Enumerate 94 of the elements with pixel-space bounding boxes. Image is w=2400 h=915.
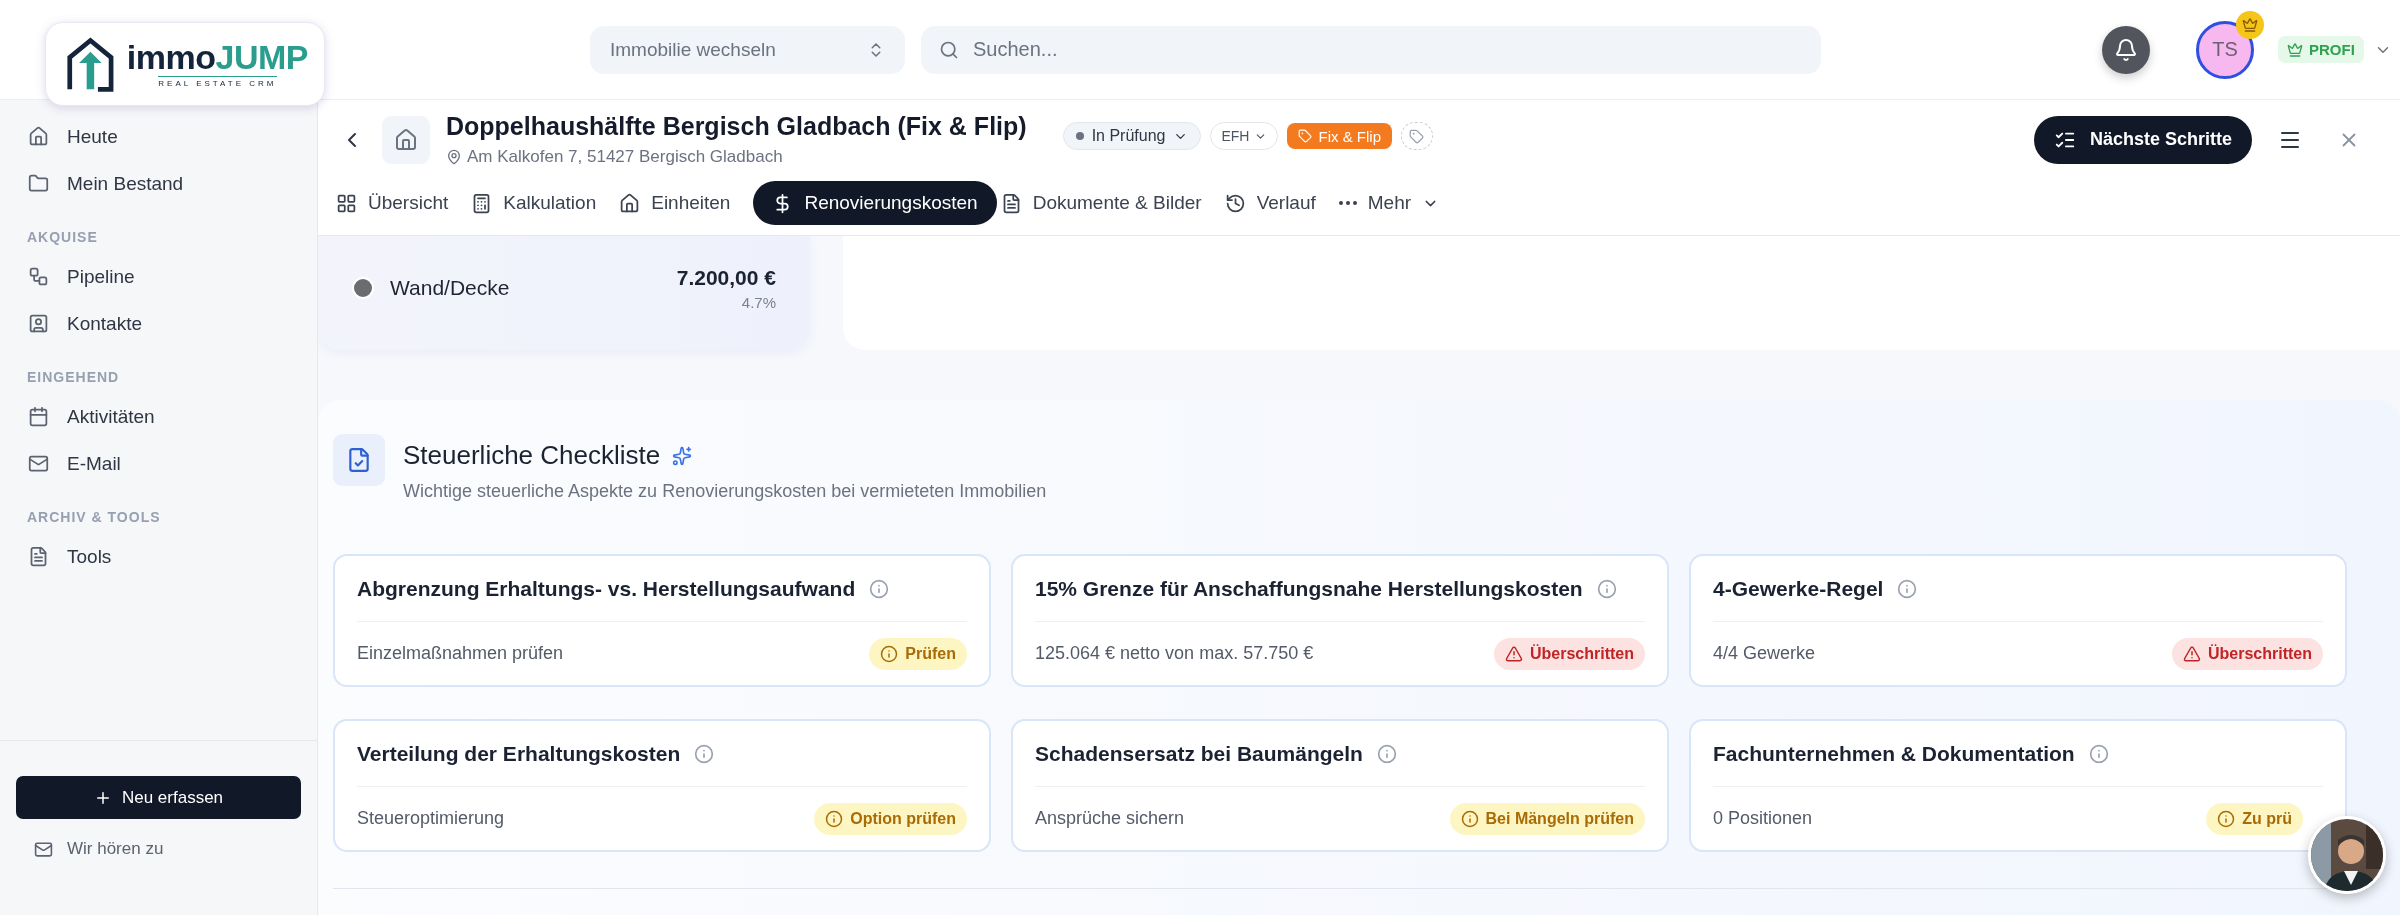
mail-icon	[34, 839, 53, 859]
property-title: Doppelhaushälfte Bergisch Gladbach (Fix & Flip)	[446, 112, 1027, 141]
sidebar-item[interactable]: Kontakte	[0, 300, 317, 347]
sidebar-item[interactable]: Pipeline	[0, 253, 317, 300]
sidebar-item[interactable]: E-Mail	[0, 440, 317, 487]
house-icon	[619, 192, 641, 214]
sidebar-heading: AKQUISE	[26, 228, 99, 247]
tab[interactable]: Übersicht	[336, 181, 468, 225]
card-detail: Ansprüche sichern	[1035, 808, 1185, 829]
info-icon	[2217, 809, 2236, 828]
next-steps-button[interactable]: Nächste Schritte	[2033, 115, 2252, 164]
status-badge: Zu prü	[2206, 802, 2303, 835]
search-input[interactable]: Suchen...	[971, 37, 1803, 62]
tab[interactable]: Verlauf	[1224, 181, 1335, 225]
card-title: Schadensersatz bei Baumängeln	[1035, 741, 1363, 766]
logo-wordmark: JUMP	[215, 40, 308, 74]
card-detail: 125.064 € netto von max. 57.750 €	[1035, 643, 1314, 664]
section-title: Steuerliche Checkliste	[403, 440, 661, 471]
tag-icon	[1298, 129, 1313, 143]
card-title: Verteilung der Erhaltungskosten	[357, 741, 681, 766]
sidebar-item[interactable]: Heute	[0, 113, 317, 160]
category-label: Wand/Decke	[390, 276, 510, 300]
house-icon	[28, 126, 49, 147]
grid-icon	[336, 192, 357, 214]
warning-icon	[2182, 644, 2201, 663]
crown-icon	[2287, 41, 2303, 58]
type-dropdown[interactable]: EFH	[1210, 122, 1279, 150]
property-address: Am Kalkofen 7, 51427 Bergisch Gladbach	[446, 147, 1027, 167]
calendar-icon	[28, 406, 49, 427]
tag-chip: Fix & Flip	[1287, 123, 1392, 149]
tag-icon	[1409, 128, 1425, 144]
warning-icon	[1504, 644, 1523, 663]
property-icon	[382, 115, 430, 164]
document-icon	[28, 546, 49, 567]
mail-icon	[28, 453, 49, 474]
bell-icon	[2114, 37, 2138, 62]
card-title: Fachunternehmen & Dokumentation	[1713, 741, 2075, 766]
logo-wordmark: immo	[126, 40, 216, 74]
status-badge: Überschritten	[1493, 637, 1645, 670]
info-icon	[1460, 809, 1479, 828]
info-icon	[880, 644, 899, 663]
folder-icon	[28, 173, 49, 194]
sidebar-item[interactable]: Aktivitäten	[0, 393, 317, 440]
info-icon[interactable]	[1897, 578, 1918, 599]
sidebar-heading: EINGEHEND	[26, 368, 121, 387]
cost-amount: 7.200,00 €	[676, 265, 776, 290]
tab[interactable]: Einheiten	[619, 181, 750, 225]
new-entry-button[interactable]: Neu erfassen	[16, 776, 301, 819]
tab[interactable]: Dokumente & Bilder	[1000, 181, 1221, 225]
card-title: 4-Gewerke-Regel	[1713, 576, 1884, 601]
info-icon[interactable]	[1596, 578, 1617, 599]
user-avatar[interactable]: TS	[2196, 20, 2254, 79]
tab[interactable]: Mehr	[1338, 181, 1459, 225]
card-detail: 4/4 Gewerke	[1713, 643, 1816, 664]
info-icon	[825, 809, 844, 828]
sidebar-item[interactable]: Mein Bestand	[0, 160, 317, 207]
cost-share: 4.7%	[741, 293, 776, 311]
card-title: 15% Grenze für Anschaffungsnahe Herstellungskosten	[1035, 576, 1583, 601]
section-subtitle: Wichtige steuerliche Aspekte zu Renovierungskosten bei vermieteten Immobilien	[403, 481, 1047, 502]
status-badge: Option prüfen	[814, 802, 967, 835]
card-detail: Steueroptimierung	[357, 808, 505, 829]
search-icon	[939, 39, 959, 60]
card-detail: Einzelmaßnahmen prüfen	[357, 643, 564, 664]
notifications-button[interactable]	[2102, 25, 2150, 74]
map-pin-icon	[446, 149, 462, 165]
tab[interactable]: Renovierungskosten	[753, 181, 997, 225]
logo-tagline: REAL ESTATE CRM	[158, 76, 277, 88]
history-icon	[1224, 192, 1246, 214]
status-dot	[1075, 132, 1084, 140]
house-arrow-icon	[66, 35, 115, 93]
crown-icon	[2236, 10, 2264, 39]
sidebar-heading: ARCHIV & TOOLS	[26, 508, 162, 527]
status-dropdown[interactable]: In Prüfung	[1062, 122, 1202, 150]
info-icon[interactable]	[1376, 743, 1397, 764]
search-field[interactable]: Suchen...	[921, 25, 1821, 74]
status-badge: Bei Mängeln prüfen	[1449, 802, 1645, 835]
info-icon[interactable]	[869, 578, 890, 599]
card-detail: 0 Positionen	[1713, 808, 1813, 829]
document-check-icon	[333, 434, 385, 486]
info-icon[interactable]	[694, 743, 715, 764]
card-title: Abgrenzung Erhaltungs- vs. Herstellungsaufwand	[357, 576, 856, 601]
status-badge: Überschritten	[2171, 637, 2323, 670]
tab[interactable]: Kalkulation	[471, 181, 616, 225]
info-icon[interactable]	[2088, 743, 2109, 764]
sparkle-icon	[672, 445, 693, 466]
more-icon	[1338, 201, 1357, 205]
workflow-icon	[28, 266, 49, 287]
plan-badge: PROFI	[2278, 36, 2364, 63]
sidebar-item[interactable]: Tools	[0, 533, 317, 580]
status-badge: Prüfen	[869, 637, 967, 670]
add-tag-button[interactable]	[1401, 122, 1433, 150]
contact-card-icon	[28, 313, 49, 334]
property-switcher[interactable]: Immobilie wechseln	[590, 25, 905, 74]
feedback-link[interactable]: Wir hören zu	[16, 839, 301, 859]
